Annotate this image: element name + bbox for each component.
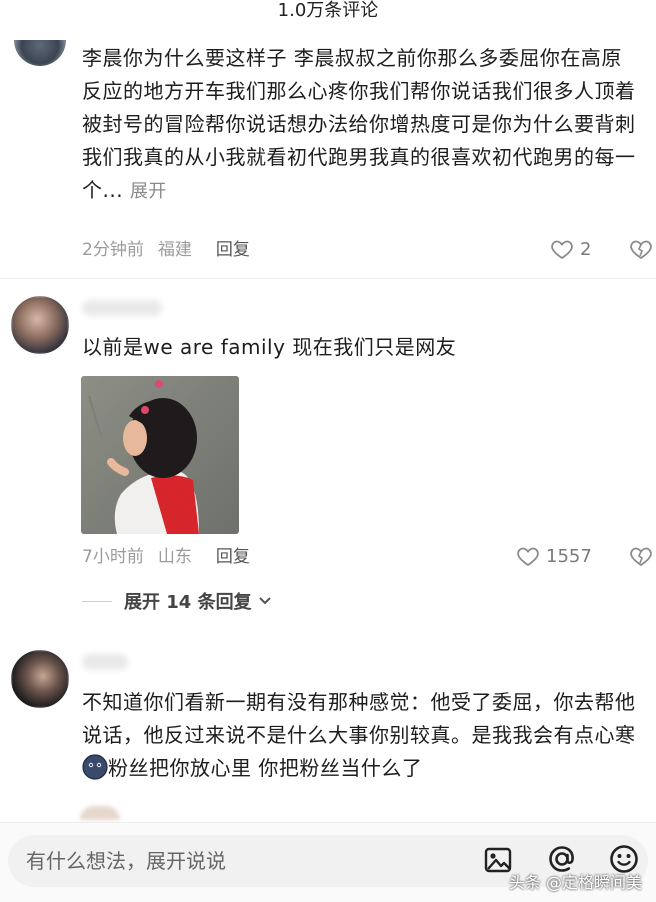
comment-image[interactable]: [81, 376, 239, 534]
comment-time: 7小时前: [82, 547, 144, 567]
chevron-down-icon: [258, 597, 271, 605]
comment-meta: 2分钟前 福建 回复: [82, 240, 264, 260]
dislike-icon: [630, 240, 652, 260]
avatar[interactable]: [80, 806, 120, 820]
comment-text: 以前是we are family 现在我们只是网友: [82, 335, 457, 359]
like-button[interactable]: 2: [550, 237, 591, 261]
dislike-button[interactable]: [628, 544, 654, 572]
expand-replies-label: 展开 14 条回复: [124, 592, 252, 613]
comment-time: 2分钟前: [82, 240, 144, 260]
dislike-icon: [630, 547, 652, 567]
like-button[interactable]: 1557: [516, 544, 592, 568]
avatar[interactable]: [11, 296, 69, 354]
comments-count-title: 1.0万条评论: [277, 0, 379, 21]
reply-button[interactable]: 回复: [216, 547, 250, 567]
heart-icon: [517, 547, 539, 567]
divider-line: [82, 600, 112, 602]
like-count: 2: [580, 238, 592, 260]
avatar[interactable]: [11, 650, 69, 708]
username[interactable]: [82, 654, 128, 670]
emoji-icon: [82, 754, 108, 780]
comment-input-placeholder: 有什么想法，展开说说: [26, 849, 226, 873]
comment-text: 李晨你为什么要这样子 李晨叔叔之前你那么多委屈你在高原反应的地方开车我们那么心疼…: [82, 46, 636, 202]
dislike-button[interactable]: [628, 237, 654, 265]
reply-button[interactable]: 回复: [216, 240, 250, 260]
like-count: 1557: [546, 545, 592, 567]
comment-text: 不知道你们看新一期有没有那种感觉：他受了委屈，你去帮他说话，他反过来说不是什么大…: [82, 690, 636, 780]
comment-location: 福建: [157, 240, 192, 260]
username[interactable]: [82, 300, 162, 316]
photo-girl-at-wall: [81, 376, 239, 534]
avatar[interactable]: [14, 40, 66, 66]
comment-location: 山东: [157, 547, 192, 567]
expand-comment-link[interactable]: 展开: [130, 181, 167, 202]
comment-meta: 7小时前 山东 回复: [82, 547, 264, 567]
watermark: 头条 @定格瞬间美: [508, 873, 642, 892]
heart-icon: [551, 240, 573, 260]
expand-replies-button[interactable]: 展开 14 条回复: [82, 588, 274, 614]
divider: [0, 278, 656, 279]
